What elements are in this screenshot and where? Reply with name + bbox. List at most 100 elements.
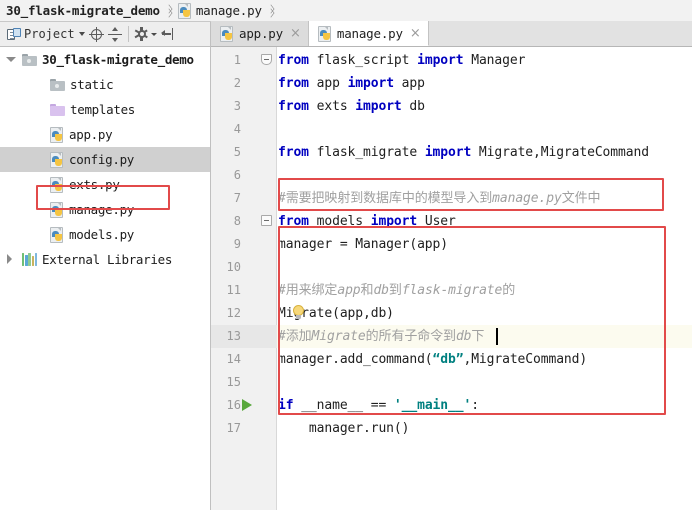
tree-item-static[interactable]: static [0,72,210,97]
tree-item-external-libraries[interactable]: External Libraries [0,247,210,272]
code-line[interactable]: 4 [211,118,692,141]
line-number: 6 [233,168,241,182]
python-file-icon [50,227,64,243]
code-line[interactable]: 11 #用来绑定app和db到flask-migrate的 [211,279,692,302]
close-icon[interactable]: × [410,27,421,40]
project-toolbar: Project [0,22,211,47]
tab-app-py[interactable]: app.py × [211,21,309,46]
breadcrumb-project-label: 30_flask-migrate_demo [6,3,160,18]
code-token: from [278,214,309,229]
code-line[interactable]: 8 from models import User [211,210,692,233]
line-number: 14 [226,352,241,366]
breadcrumb-item-project[interactable]: 30_flask-migrate_demo [6,3,160,18]
code-line[interactable]: 5 from flask_migrate import Migrate,Migra… [211,141,692,164]
code-token: : [471,398,479,413]
code-lines: 1 from flask_script import Manager 2 from a… [211,47,692,510]
line-text: #需要把映射到数据库中的模型导入到manage.py文件中 [278,187,600,210]
editor-tabstrip: app.py × manage.py × [211,21,692,47]
hide-panel-icon [160,27,175,41]
code-line[interactable]: 12 Migrate(app,db) [211,302,692,325]
tree-item-models-py[interactable]: models.py [0,222,210,247]
chevron-down-icon[interactable] [4,47,18,72]
line-number: 9 [233,237,241,251]
code-line[interactable]: 9 manager = Manager(app) [211,233,692,256]
run-gutter-icon[interactable] [242,399,252,411]
collapse-all-button[interactable] [106,23,124,45]
line-number: 4 [233,122,241,136]
code-token: #用来绑定app和db到flask-migrate的 [278,283,516,298]
code-token: ,MigrateCommand) [463,352,588,367]
tree-item-label: models.py [69,227,135,242]
code-token: if [278,398,294,413]
code-line[interactable]: 2 from app import app [211,72,692,95]
breadcrumb: 30_flask-migrate_demo manage.py [0,0,692,22]
line-text: from app import app [278,72,425,95]
line-text: manager.run() [278,417,410,440]
line-text: #添加Migrate的所有子命令到db下 [278,325,484,348]
code-token: '__main__' [393,398,472,413]
line-number: 17 [226,421,241,435]
folder-purple-icon [50,103,65,116]
code-token: from [278,53,309,68]
locate-file-button[interactable] [87,23,106,45]
line-text: if __name__ == '__main__': [278,394,479,417]
locate-target-icon [88,26,104,42]
code-token: import [424,145,472,160]
project-icon [7,27,21,41]
tree-item-templates[interactable]: templates [0,97,210,122]
code-line[interactable]: 3 from exts import db [211,95,692,118]
code-line[interactable]: 10 [211,256,692,279]
code-token: __name__ == [293,398,394,413]
tree-item-label: templates [70,102,136,117]
tree-item-manage-py[interactable]: manage.py [0,197,210,222]
line-text: #用来绑定app和db到flask-migrate的 [278,279,515,302]
tree-item-label: config.py [69,152,135,167]
line-number: 7 [233,191,241,205]
code-token: import [355,99,402,114]
hide-panel-button[interactable] [159,23,177,45]
tree-item-app-py[interactable]: app.py [0,122,210,147]
tree-item-exts-py[interactable]: exts.py [0,172,210,197]
chevron-down-small-icon [150,32,157,36]
line-number: 11 [226,283,241,297]
tree-item-30-flask-migrate-demo[interactable]: 30_flask-migrate_demo [0,47,210,72]
code-fold-toggle-icon[interactable] [261,215,272,226]
code-token: from [278,99,309,114]
code-line[interactable]: 17 manager.run() [211,417,692,440]
code-fold-toggle-icon[interactable] [261,54,272,65]
settings-gear-icon [134,27,149,41]
code-line[interactable]: 6 [211,164,692,187]
line-number: 3 [233,99,241,113]
line-number: 13 [211,325,277,348]
code-line[interactable]: 7 #需要把映射到数据库中的模型导入到manage.py文件中 [211,187,692,210]
code-line[interactable]: 14 manager.add_command(“db”,MigrateComman… [211,348,692,371]
code-token: flask_script [308,53,418,68]
line-number: 12 [226,306,241,320]
line-text: from flask_migrate import Migrate,Migrat… [278,141,649,164]
code-line[interactable]: 15 [211,371,692,394]
code-token: db [401,99,425,114]
code-line[interactable]: 13 #添加Migrate的所有子命令到db下 [211,325,692,348]
chevron-right-icon[interactable] [4,247,18,272]
python-file-icon [50,127,64,143]
python-file-icon [50,202,64,218]
line-number: 15 [226,375,241,389]
intention-bulb-icon[interactable] [291,305,306,320]
tree-item-config-py[interactable]: config.py [0,147,210,172]
line-text: manager = Manager(app) [278,233,448,256]
code-token: import [370,214,418,229]
code-line[interactable]: 16 if __name__ == '__main__': [211,394,692,417]
tab-manage-py[interactable]: manage.py × [308,21,429,46]
code-editor[interactable]: 1 from flask_script import Manager 2 from a… [211,47,692,510]
code-line[interactable]: 1 from flask_script import Manager [211,49,692,72]
breadcrumb-item-file[interactable]: manage.py [177,3,262,19]
code-token: import [417,53,464,68]
close-icon[interactable]: × [290,27,301,40]
project-view-dropdown[interactable]: Project [5,23,87,45]
line-number: 10 [226,260,241,274]
settings-button[interactable] [133,23,159,45]
